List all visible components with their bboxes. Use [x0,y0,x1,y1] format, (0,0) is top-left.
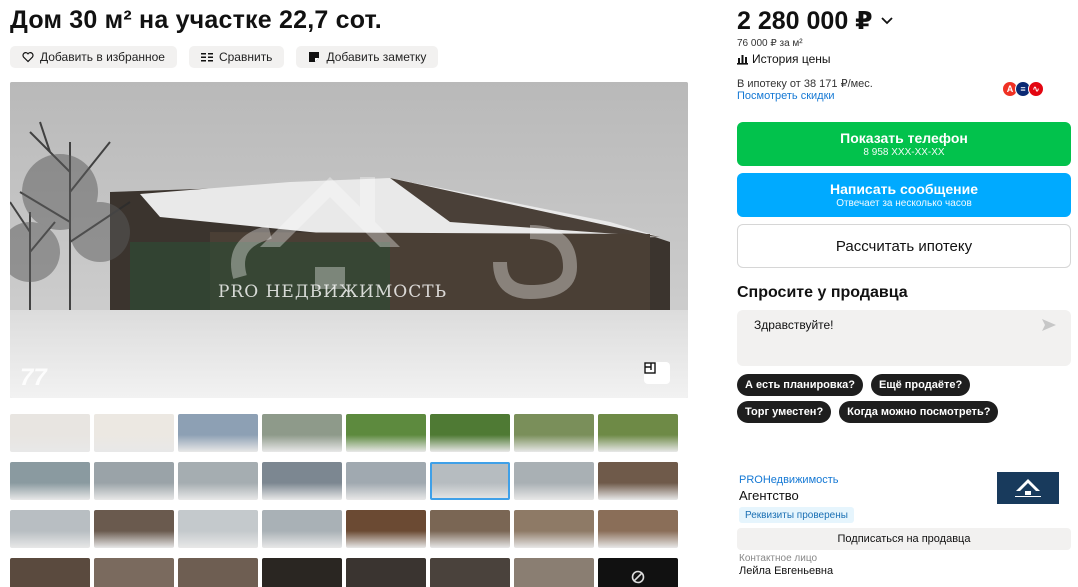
bank-logos: A ≡ ∿ [1002,81,1044,97]
main-photo[interactable]: PRO НЕДВИЖИМОСТЬ 77 [10,82,688,398]
photo-thumbnail[interactable] [94,510,174,548]
contact-person-label: Контактное лицо [739,553,818,564]
photo-thumbnail[interactable] [346,558,426,587]
note-icon [309,52,320,62]
write-message-label: Написать сообщение [829,181,979,197]
price-row: 2 280 000 ₽ [737,6,893,36]
subscribe-seller-button[interactable]: Подписаться на продавца [737,528,1071,550]
contact-person-name: Лейла Евгеньевна [739,565,834,577]
floor-plan-icon [644,362,656,374]
photo-thumbnails [10,414,678,587]
photo-thumbnail[interactable] [430,414,510,452]
compare-icon [200,53,213,62]
add-note-label: Добавить заметку [326,50,427,64]
photo-thumbnail[interactable] [514,558,594,587]
heart-icon [22,52,34,63]
quick-questions: А есть планировка? Ещё продаёте? Торг умес… [737,374,1071,423]
photo-scene [10,82,688,398]
chevron-down-icon[interactable] [880,17,893,25]
show-phone-button[interactable]: Показать телефон 8 958 XXX-XX-XX [737,122,1071,166]
photo-thumbnail[interactable] [598,462,678,500]
compare-label: Сравнить [218,50,273,64]
add-favorite-button[interactable]: Добавить в избранное [10,46,177,68]
photo-thumbnail[interactable] [514,510,594,548]
agency-name[interactable]: PROНедвижимость [739,474,839,486]
price-history-label: История цены [752,52,831,66]
photo-thumbnail[interactable] [94,558,174,587]
photo-thumbnail[interactable] [178,462,258,500]
quick-question-chip[interactable]: А есть планировка? [737,374,863,396]
photo-thumbnail[interactable] [346,414,426,452]
photo-thumbnail[interactable] [262,510,342,548]
photo-thumbnail[interactable] [262,414,342,452]
photo-thumbnail[interactable] [10,414,90,452]
calculate-mortgage-button[interactable]: Рассчитать ипотеку [737,224,1071,268]
verified-badge: Реквизиты проверены [739,507,854,523]
floor-plan-button[interactable] [644,362,670,384]
photo-thumbnail[interactable] [10,558,90,587]
listing-actions: Добавить в избранное Сравнить Добавить з… [10,46,439,68]
ask-seller-title: Спросите у продавца [737,284,908,301]
photo-thumbnail[interactable] [430,558,510,587]
quick-question-chip[interactable]: Когда можно посмотреть? [839,401,999,423]
agency-logo[interactable] [997,472,1059,504]
write-message-button[interactable]: Написать сообщение Отвечает за несколько… [737,173,1071,217]
add-note-button[interactable]: Добавить заметку [296,46,439,68]
bar-chart-icon [737,54,748,65]
photo-thumbnail[interactable] [598,414,678,452]
compare-button[interactable]: Сравнить [188,46,285,68]
price-history-link[interactable]: История цены [737,52,831,66]
mortgage-info: В ипотеку от 38 171 ₽/мес. [737,78,873,90]
ask-seller-text: Здравствуйте! [754,318,834,332]
ask-seller-input[interactable]: Здравствуйте! [737,310,1071,366]
photo-thumbnail[interactable] [262,558,342,587]
photo-thumbnail[interactable] [598,510,678,548]
photo-thumbnail[interactable] [10,510,90,548]
photo-thumbnail[interactable] [94,462,174,500]
photo-thumbnail[interactable] [346,462,426,500]
mts-bank-icon: ∿ [1028,81,1044,97]
quick-question-chip[interactable]: Торг уместен? [737,401,832,423]
discounts-link[interactable]: Посмотреть скидки [737,90,835,102]
photo-thumbnail[interactable] [346,510,426,548]
more-photos-button[interactable] [598,558,678,587]
add-favorite-label: Добавить в избранное [40,50,165,64]
agency-logo-icon [1015,479,1041,497]
photo-thumbnail[interactable] [178,510,258,548]
quick-question-chip[interactable]: Ещё продаёте? [871,374,971,396]
photo-thumbnail[interactable] [262,462,342,500]
response-time: Отвечает за несколько часов [836,198,972,209]
show-phone-label: Показать телефон [840,130,968,146]
photo-thumbnail[interactable] [514,414,594,452]
agency-type: Агентство [739,488,799,503]
photo-thumbnail[interactable] [94,414,174,452]
photo-thumbnail[interactable] [10,462,90,500]
photo-count: 77 [20,364,47,391]
gallery-icon [631,570,645,584]
photo-watermark: PRO НЕДВИЖИМОСТЬ [218,282,448,302]
photo-thumbnail[interactable] [178,414,258,452]
photo-thumbnail[interactable] [430,462,510,500]
photo-thumbnail[interactable] [178,558,258,587]
photo-thumbnail[interactable] [514,462,594,500]
price: 2 280 000 ₽ [737,7,873,35]
phone-mask: 8 958 XXX-XX-XX [863,147,945,158]
photo-thumbnail[interactable] [430,510,510,548]
listing-title: Дом 30 м² на участке 22,7 сот. [10,6,382,34]
send-icon[interactable] [1041,318,1057,332]
price-per-meter: 76 000 ₽ за м² [737,38,803,49]
